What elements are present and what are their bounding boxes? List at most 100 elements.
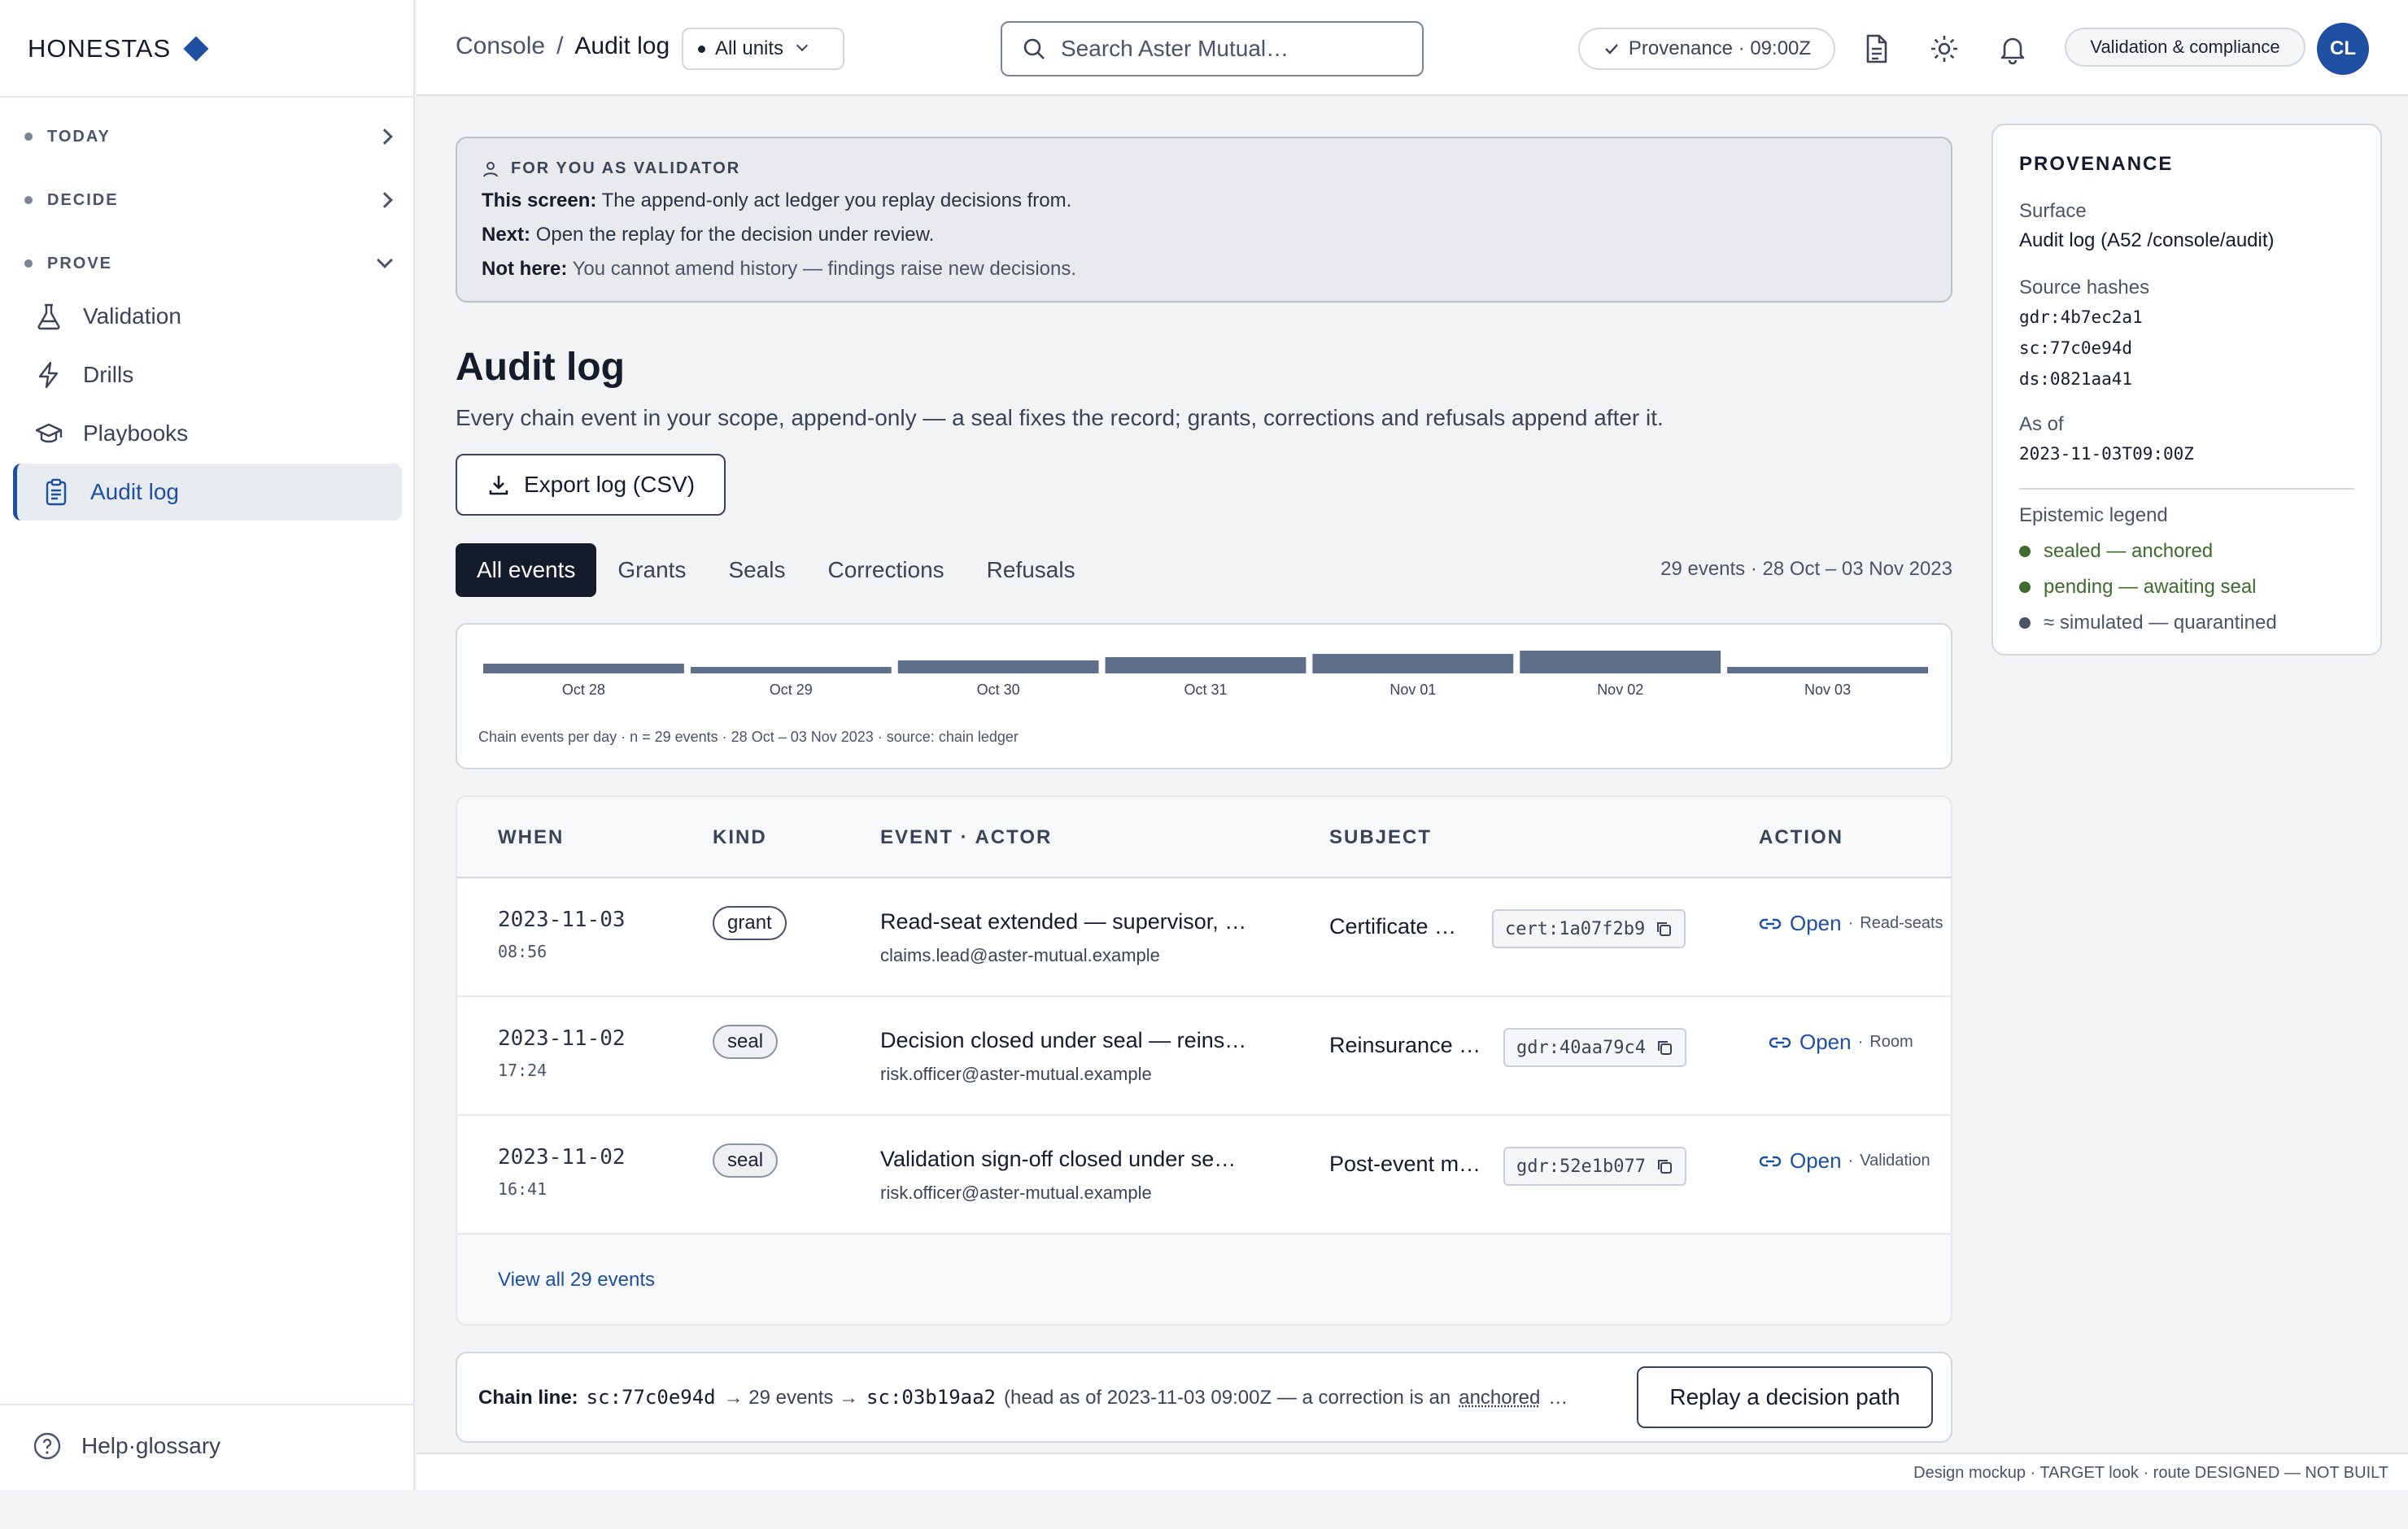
check-icon bbox=[1605, 44, 1618, 54]
breadcrumb-current: Audit log bbox=[574, 33, 670, 59]
chart-bar bbox=[1105, 657, 1307, 673]
chain-line-card: Chain line: sc:77c0e94d → 29 events → sc… bbox=[456, 1352, 1952, 1443]
legend-text: sealed — anchored bbox=[2044, 540, 2214, 562]
row-action: Open · Room bbox=[1769, 1030, 1913, 1055]
event-title: Read-seat extended — supervisor, … bbox=[880, 909, 1247, 934]
nav-group-label: TODAY bbox=[47, 127, 111, 146]
link-icon bbox=[1759, 1156, 1782, 1166]
chart-bar bbox=[897, 660, 1099, 673]
chain-label: Chain line: bbox=[478, 1387, 578, 1409]
chart-tick-label: Nov 02 bbox=[1597, 682, 1643, 698]
bolt-icon bbox=[38, 361, 59, 389]
nav-group-decide[interactable]: DECIDE bbox=[24, 184, 393, 216]
kind-badge: grant bbox=[713, 906, 787, 940]
document-icon[interactable] bbox=[1860, 33, 1892, 65]
chain-note: (head as of 2023-11-03 09:00Z — a correc… bbox=[1004, 1387, 1451, 1409]
tab-seals[interactable]: Seals bbox=[707, 543, 806, 597]
provenance-panel: PROVENANCE Surface Audit log (A52 /conso… bbox=[1991, 124, 2382, 656]
open-link[interactable]: Open bbox=[1759, 911, 1842, 936]
event-title: Validation sign-off closed under se… bbox=[880, 1147, 1237, 1171]
export-csv-button[interactable]: Export log (CSV) bbox=[456, 454, 726, 516]
event-actor: risk.officer@aster-mutual.example bbox=[880, 1064, 1152, 1084]
hash-chip[interactable]: gdr:40aa79c4 bbox=[1503, 1028, 1686, 1067]
kind-badge: seal bbox=[713, 1025, 779, 1059]
source-hash: ds:0821aa41 bbox=[2019, 369, 2133, 389]
hash-chip[interactable]: cert:1a07f2b9 bbox=[1492, 909, 1686, 948]
provenance-chip[interactable]: Provenance · 09:00Z bbox=[1578, 28, 1835, 70]
units-dropdown[interactable]: All units bbox=[682, 28, 844, 70]
glossary-term-anchored[interactable]: anchored bbox=[1459, 1387, 1540, 1409]
link-icon bbox=[1769, 1037, 1791, 1048]
view-all-link[interactable]: View all 29 events bbox=[498, 1269, 655, 1292]
copy-icon[interactable] bbox=[1656, 1039, 1673, 1056]
dot-icon bbox=[698, 45, 705, 53]
avatar[interactable]: CL bbox=[2317, 23, 2369, 75]
hint-title: FOR YOU AS VALIDATOR bbox=[511, 159, 741, 177]
replay-decision-path-button[interactable]: Replay a decision path bbox=[1637, 1366, 1933, 1428]
chain-note-ellipsis: … bbox=[1548, 1387, 1568, 1409]
sun-icon[interactable] bbox=[1928, 33, 1961, 65]
as-of-value: 2023-11-03T09:00Z bbox=[2019, 444, 2194, 464]
open-link[interactable]: Open bbox=[1769, 1030, 1852, 1055]
export-label: Export log (CSV) bbox=[523, 472, 696, 497]
copy-icon[interactable] bbox=[1656, 1157, 1673, 1175]
role-chip[interactable]: Validation & compliance bbox=[2065, 28, 2305, 67]
chart-svg: Oct 28 Oct 29 Oct 30 Oct 31 Nov 01 Nov 02 Nov … bbox=[483, 651, 1928, 698]
events-per-day-chart: Oct 28 Oct 29 Oct 30 Oct 31 Nov 01 Nov 02 Nov … bbox=[456, 623, 1952, 769]
tab-grants[interactable]: Grants bbox=[596, 543, 707, 597]
brand-logo[interactable]: HONESTAS bbox=[28, 33, 209, 65]
col-when: WHEN bbox=[498, 826, 565, 848]
hash-chip[interactable]: gdr:52e1b077 bbox=[1503, 1147, 1686, 1186]
hint-text: The append-only act ledger you replay de… bbox=[601, 189, 1072, 211]
help-glossary-link[interactable]: Help·glossary bbox=[33, 1431, 220, 1461]
chart-caption: Chain events per day · n = 29 events · 2… bbox=[478, 729, 1019, 745]
chart-tick-label: Oct 30 bbox=[977, 682, 1020, 698]
divider bbox=[2019, 488, 2354, 490]
chain-to-hash[interactable]: sc:03b19aa2 bbox=[866, 1386, 996, 1409]
brand-name: HONESTAS bbox=[28, 34, 172, 63]
source-hash: sc:77c0e94d bbox=[2019, 338, 2133, 358]
col-kind: KIND bbox=[713, 826, 767, 848]
chart-tick-label: Nov 03 bbox=[1804, 682, 1851, 698]
units-label: All units bbox=[715, 37, 784, 59]
open-link[interactable]: Open bbox=[1759, 1148, 1842, 1174]
status-dot-icon bbox=[2019, 582, 2031, 593]
sidebar-item-drills[interactable]: Drills bbox=[13, 346, 402, 403]
provenance-chip-label: Provenance · 09:00Z bbox=[1628, 37, 1812, 59]
chain-from-hash[interactable]: sc:77c0e94d bbox=[587, 1386, 716, 1409]
chart-bar bbox=[483, 664, 684, 673]
hint-text: You cannot amend history — findings rais… bbox=[572, 258, 1077, 280]
row-date: 2023-11-02 bbox=[498, 1026, 626, 1051]
help-label: Help·glossary bbox=[81, 1433, 221, 1458]
event-actor: risk.officer@aster-mutual.example bbox=[880, 1183, 1152, 1203]
subject: Reinsurance … bbox=[1329, 1033, 1481, 1057]
search-icon bbox=[1023, 38, 1045, 59]
page-subtitle: Every chain event in your scope, append-… bbox=[456, 405, 1664, 430]
search-input[interactable]: Search Aster Mutual… bbox=[1001, 21, 1424, 76]
chart-bar bbox=[1727, 667, 1928, 673]
tab-refusals[interactable]: Refusals bbox=[966, 543, 1097, 597]
tab-all-events[interactable]: All events bbox=[456, 543, 597, 597]
nav-group-prove[interactable]: PROVE bbox=[24, 247, 393, 280]
nav-group-today[interactable]: TODAY bbox=[24, 120, 393, 153]
action-separator: · bbox=[1857, 1033, 1864, 1051]
sidebar-item-playbooks[interactable]: Playbooks bbox=[13, 405, 402, 462]
action-target: Room bbox=[1869, 1033, 1913, 1051]
row-action: Open · Validation bbox=[1759, 1148, 1930, 1174]
chart-tick-label: Nov 01 bbox=[1389, 682, 1436, 698]
validator-hint: FOR YOU AS VALIDATOR This screen: The ap… bbox=[456, 137, 1952, 303]
sidebar: HONESTAS TODAY DECIDE PROVE Validation D… bbox=[0, 0, 415, 1490]
sidebar-item-validation[interactable]: Validation bbox=[13, 288, 402, 345]
sidebar-item-audit-log[interactable]: Audit log bbox=[13, 464, 402, 521]
row-date: 2023-11-03 bbox=[498, 908, 626, 932]
chart-bar bbox=[1312, 654, 1514, 673]
help-circle-icon bbox=[33, 1432, 61, 1460]
bell-icon[interactable] bbox=[1996, 33, 2029, 65]
table-footer: View all 29 events bbox=[457, 1235, 1951, 1324]
tab-corrections[interactable]: Corrections bbox=[806, 543, 965, 597]
breadcrumb: Console / Audit log bbox=[456, 33, 670, 60]
copy-icon[interactable] bbox=[1655, 920, 1673, 938]
sidebar-item-label: Drills bbox=[83, 362, 134, 387]
flask-icon bbox=[37, 303, 60, 330]
breadcrumb-console[interactable]: Console bbox=[456, 33, 545, 60]
